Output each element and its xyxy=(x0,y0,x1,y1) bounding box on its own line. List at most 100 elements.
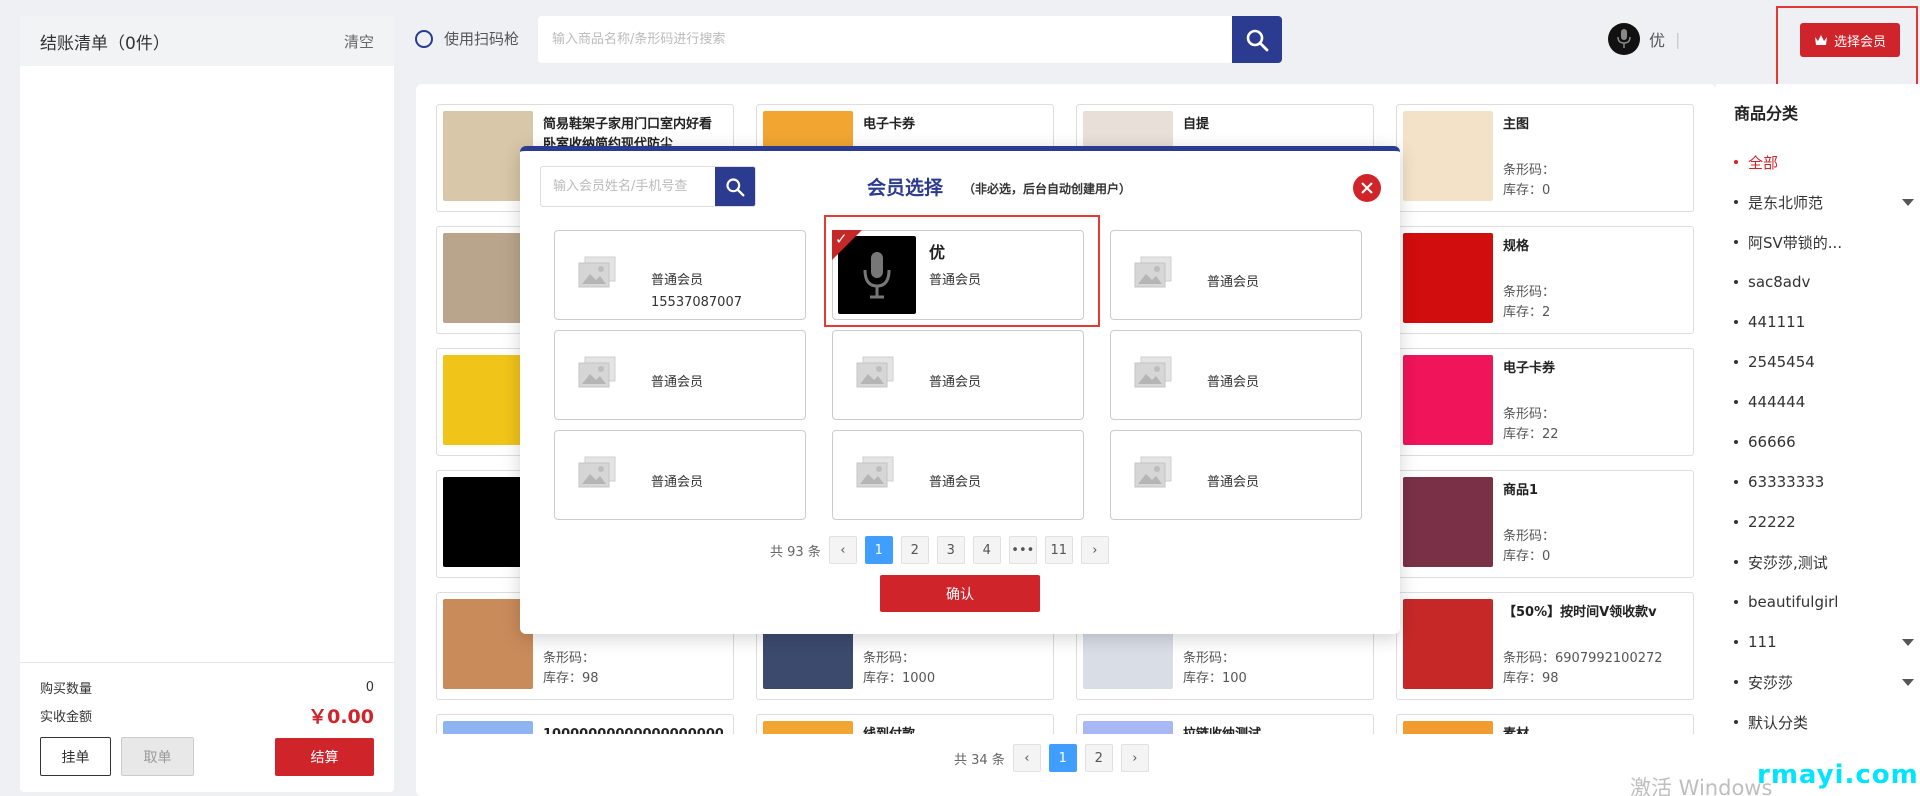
product-stock: 库存：0 xyxy=(1503,183,1551,198)
member-card[interactable]: 普通会员 15537087007 xyxy=(554,230,806,320)
product-search-button[interactable] xyxy=(1232,16,1282,63)
member-card[interactable]: 普通会员 xyxy=(832,330,1084,420)
member-card[interactable]: 普通会员 xyxy=(554,430,806,520)
member-search-input[interactable] xyxy=(541,167,715,206)
page-button[interactable]: 2 xyxy=(1084,744,1113,772)
product-search-input[interactable] xyxy=(538,16,1232,63)
prev-page-button[interactable]: ‹ xyxy=(1012,744,1041,772)
member-photo xyxy=(577,355,617,391)
scanner-radio[interactable] xyxy=(415,29,433,48)
page-button[interactable]: 4 xyxy=(972,536,1001,564)
page-button[interactable]: 3 xyxy=(936,536,965,564)
category-item[interactable]: 是东北师范 xyxy=(1734,189,1914,215)
category-item[interactable]: 111 xyxy=(1734,629,1914,655)
category-item[interactable]: 441111 xyxy=(1734,309,1914,335)
product-card[interactable]: 商品1 条形码： 库存：0 xyxy=(1396,470,1694,578)
bullet-icon xyxy=(1734,160,1738,164)
site-watermark: rmayi.com xyxy=(1757,760,1919,790)
member-level: 普通会员 xyxy=(651,375,704,390)
select-member-button[interactable]: 选择会员 xyxy=(1800,23,1900,57)
prev-page-button[interactable]: ‹ xyxy=(828,536,857,564)
product-card[interactable]: 线到付款 xyxy=(756,714,1054,734)
bullet-icon xyxy=(1734,320,1738,324)
cart-footer: 购买数量 0 实收金额 ￥0.00 挂单 取单 结算 xyxy=(20,662,394,792)
image-placeholder-icon xyxy=(856,456,894,488)
member-card[interactable]: 普通会员 xyxy=(554,330,806,420)
image-placeholder-icon xyxy=(578,456,616,488)
caret-down-icon[interactable] xyxy=(1902,678,1914,686)
cart-title: 结账清单（0件） xyxy=(40,33,170,54)
bullet-icon xyxy=(1734,720,1738,724)
modal-subtitle: （非必选，后台自动创建用户） xyxy=(963,182,1132,196)
avatar xyxy=(1608,23,1640,55)
product-thumbnail xyxy=(1083,721,1173,734)
close-icon xyxy=(1361,182,1373,194)
category-item[interactable]: 默认分类 xyxy=(1734,709,1914,735)
product-card[interactable]: 素材 xyxy=(1396,714,1694,734)
product-card[interactable]: 电子卡券 条形码： 库存：22 xyxy=(1396,348,1694,456)
windows-activation-watermark: 激活 Windows xyxy=(1630,776,1773,796)
settle-button[interactable]: 结算 xyxy=(275,737,374,776)
category-label: 安莎莎 xyxy=(1748,673,1794,692)
user-name: 优 xyxy=(1649,31,1666,50)
member-card[interactable]: 普通会员 xyxy=(1110,430,1362,520)
category-item[interactable]: 安莎莎 xyxy=(1734,669,1914,695)
product-card[interactable]: 主图 条形码： 库存：0 xyxy=(1396,104,1694,212)
page-button[interactable]: 2 xyxy=(900,536,929,564)
member-level: 普通会员 xyxy=(1207,375,1260,390)
product-card[interactable]: 拉链收纳测试 xyxy=(1076,714,1374,734)
select-member-label: 选择会员 xyxy=(1833,34,1886,50)
close-modal-button[interactable] xyxy=(1353,174,1381,202)
page-button[interactable]: 11 xyxy=(1044,536,1073,564)
member-level: 普通会员 xyxy=(1207,475,1260,490)
category-item[interactable]: 444444 xyxy=(1734,389,1914,415)
category-item[interactable]: 全部 xyxy=(1734,149,1914,175)
current-user[interactable]: 优 | xyxy=(1608,23,1680,55)
product-total: 共 34 条 xyxy=(954,752,1005,768)
page-button[interactable]: 1 xyxy=(1048,744,1077,772)
member-card[interactable]: 普通会员 xyxy=(1110,230,1362,320)
category-item[interactable]: 安莎莎,测试 xyxy=(1734,549,1914,575)
product-card[interactable]: 【50%】按时间V领收款v 条形码：6907992100272 库存：98 xyxy=(1396,592,1694,700)
category-item[interactable]: 阿SV带锁的... xyxy=(1734,229,1914,255)
product-stock: 库存：22 xyxy=(1503,427,1559,442)
more-pages-button[interactable]: ••• xyxy=(1008,536,1037,564)
retrieve-order-button[interactable]: 取单 xyxy=(121,737,194,776)
product-name: 素材 xyxy=(1503,725,1683,734)
product-card[interactable]: 规格 条形码： 库存：2 xyxy=(1396,226,1694,334)
product-barcode: 条形码： xyxy=(1503,529,1556,544)
quantity-label: 购买数量 xyxy=(40,681,93,697)
cart-header: 结账清单（0件） 清空 xyxy=(20,16,394,66)
category-item[interactable]: 66666 xyxy=(1734,429,1914,455)
category-title: 商品分类 xyxy=(1734,104,1799,123)
product-card[interactable]: 1000000000000000000000000000 xyxy=(436,714,734,734)
next-page-button[interactable]: › xyxy=(1080,536,1109,564)
caret-down-icon[interactable] xyxy=(1902,638,1914,646)
modal-title: 会员选择 xyxy=(867,177,944,199)
member-card[interactable]: 普通会员 xyxy=(832,430,1084,520)
bullet-icon xyxy=(1734,400,1738,404)
scanner-toggle[interactable]: 使用扫码枪 xyxy=(415,28,519,49)
product-stock: 库存：100 xyxy=(1183,671,1247,686)
product-name: 主图 xyxy=(1503,117,1530,132)
category-item[interactable]: sac8adv xyxy=(1734,269,1914,295)
hang-order-button[interactable]: 挂单 xyxy=(40,737,111,776)
category-item[interactable]: beautifulgirl xyxy=(1734,589,1914,615)
category-item[interactable]: 63333333 xyxy=(1734,469,1914,495)
bullet-icon xyxy=(1734,640,1738,644)
caret-down-icon[interactable] xyxy=(1902,198,1914,206)
product-barcode: 条形码： xyxy=(1183,651,1236,666)
confirm-button[interactable]: 确认 xyxy=(880,575,1040,612)
product-name: 拉链收纳测试 xyxy=(1183,725,1363,734)
clear-cart-button[interactable]: 清空 xyxy=(344,31,374,52)
product-barcode: 条形码： xyxy=(543,651,596,666)
member-card[interactable]: 普通会员 xyxy=(1110,330,1362,420)
member-search-button[interactable] xyxy=(715,167,755,206)
category-label: 22222 xyxy=(1748,513,1796,531)
page-button[interactable]: 1 xyxy=(864,536,893,564)
category-item[interactable]: 22222 xyxy=(1734,509,1914,535)
category-label: sac8adv xyxy=(1748,273,1811,291)
product-barcode: 条形码：6907992100272 xyxy=(1503,651,1663,666)
next-page-button[interactable]: › xyxy=(1120,744,1149,772)
category-item[interactable]: 2545454 xyxy=(1734,349,1914,375)
